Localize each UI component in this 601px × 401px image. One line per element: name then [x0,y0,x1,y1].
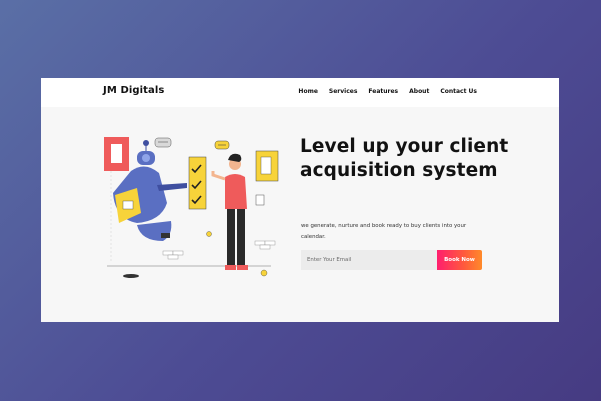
yellow-chat-bubble-icon [214,140,230,150]
book-now-button[interactable]: Book Now [437,250,482,270]
man-icon [211,153,248,270]
hero-illustration [104,137,279,278]
brand-logo[interactable]: JM Digitals [103,85,164,96]
email-input[interactable] [301,250,437,270]
hero-title: Level up your client acquisition system [300,136,509,181]
checklist-board-icon [188,156,207,210]
chat-bubble-icon [154,137,172,148]
coin-icon [260,269,268,277]
nav-link-contact-us[interactable]: Contact Us [440,88,477,95]
email-signup-form: Book Now [301,250,482,270]
nav-link-about[interactable]: About [409,88,429,95]
small-frame-icon [255,194,265,206]
coin-icon [206,231,212,237]
nav-link-services[interactable]: Services [329,88,358,95]
red-frame-icon [104,137,129,171]
nav-links: Home Services Features About Contact Us [298,88,477,95]
bricks-icon [162,240,276,260]
hole-shadow [123,274,139,278]
navbar: JM Digitals Home Services Features About… [41,78,559,107]
hero-subtitle: we generate, nurture and book ready to b… [301,223,467,240]
website-frame: JM Digitals Home Services Features About… [41,78,559,322]
nav-link-home[interactable]: Home [298,88,317,95]
nav-link-features[interactable]: Features [368,88,398,95]
yellow-frame-icon [255,150,279,182]
